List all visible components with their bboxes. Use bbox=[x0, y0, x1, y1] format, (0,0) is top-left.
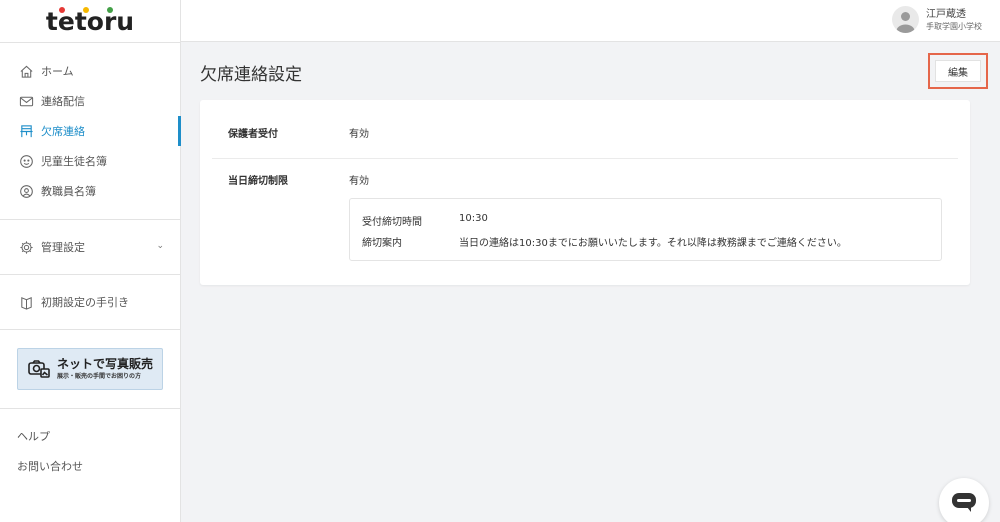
sidebar-item-label: 教職員名簿 bbox=[41, 185, 96, 198]
photo-sales-banner[interactable]: ネットで写真販売 展示・販売の手間でお困りの方 bbox=[17, 348, 163, 390]
edit-button[interactable]: 編集 bbox=[928, 53, 988, 89]
staff-roster-icon bbox=[18, 183, 34, 199]
banner-subtitle: 展示・販売の手間でお困りの方 bbox=[57, 373, 142, 380]
guardian-acceptance-label: 保護者受付 bbox=[228, 129, 278, 140]
home-icon bbox=[18, 63, 34, 79]
user-name: 江戸蔵透 bbox=[926, 8, 966, 20]
sidebar: tetoru ホーム 連絡配信 欠席連絡 児童生徒名簿 教職員名簿 管理設定 ⌄… bbox=[0, 0, 181, 522]
banner-title: ネットで写真販売 bbox=[57, 357, 154, 371]
sidebar-item-label: 児童生徒名簿 bbox=[41, 155, 107, 168]
cutoff-time-label: 受付締切時間 bbox=[362, 217, 422, 228]
cutoff-note-value: 当日の連絡は10:30までにお願いいたします。それ以降は教務課までご連絡ください… bbox=[459, 238, 847, 249]
guardian-acceptance-value: 有効 bbox=[349, 129, 369, 140]
avatar bbox=[892, 6, 919, 33]
absence-icon bbox=[18, 123, 34, 139]
same-day-deadline-label: 当日締切制限 bbox=[228, 176, 288, 187]
chat-icon bbox=[952, 493, 976, 516]
sidebar-item-admin-settings[interactable]: 管理設定 ⌄ bbox=[0, 232, 180, 262]
gear-icon bbox=[18, 239, 34, 255]
school-name: 手取学園小学校 bbox=[926, 21, 982, 31]
chevron-down-icon: ⌄ bbox=[156, 241, 164, 251]
logo-dots bbox=[0, 7, 180, 15]
main-nav: ホーム 連絡配信 欠席連絡 児童生徒名簿 教職員名簿 bbox=[0, 43, 181, 206]
cutoff-note-label: 締切案内 bbox=[362, 238, 402, 249]
sidebar-item-label: 初期設定の手引き bbox=[41, 296, 129, 309]
sidebar-item-label: 連絡配信 bbox=[41, 95, 85, 108]
tetoru-logo[interactable]: tetoru bbox=[0, 0, 180, 42]
sidebar-item-label: 管理設定 bbox=[41, 241, 85, 254]
sidebar-item-label: ホーム bbox=[41, 65, 74, 78]
row-divider bbox=[212, 158, 958, 159]
sidebar-item-student-roster[interactable]: 児童生徒名簿 bbox=[0, 146, 180, 176]
sidebar-item-setup-guide[interactable]: 初期設定の手引き bbox=[0, 287, 180, 317]
mail-icon bbox=[18, 93, 34, 109]
sidebar-item-home[interactable]: ホーム bbox=[0, 56, 180, 86]
top-bar: 江戸蔵透 手取学園小学校 bbox=[181, 0, 1000, 42]
chat-support-button[interactable] bbox=[939, 478, 989, 522]
camera-icon bbox=[27, 357, 51, 381]
same-day-deadline-value: 有効 bbox=[349, 176, 369, 187]
book-icon bbox=[18, 294, 34, 310]
help-link[interactable]: ヘルプ bbox=[0, 421, 180, 451]
user-menu[interactable]: 江戸蔵透 手取学園小学校 bbox=[892, 6, 982, 33]
contact-link[interactable]: お問い合わせ bbox=[0, 451, 180, 481]
sidebar-item-label: 欠席連絡 bbox=[41, 125, 85, 138]
sidebar-item-absence[interactable]: 欠席連絡 bbox=[0, 116, 181, 146]
student-roster-icon bbox=[18, 153, 34, 169]
page-title: 欠席連絡設定 bbox=[200, 65, 302, 85]
absence-settings-card: 保護者受付 有効 当日締切制限 有効 受付締切時間 10:30 締切案内 当日の… bbox=[200, 100, 970, 285]
sidebar-item-staff-roster[interactable]: 教職員名簿 bbox=[0, 176, 180, 206]
sidebar-item-messages[interactable]: 連絡配信 bbox=[0, 86, 180, 116]
deadline-detail-box: 受付締切時間 10:30 締切案内 当日の連絡は10:30までにお願いいたします… bbox=[349, 198, 942, 261]
edit-button-label: 編集 bbox=[935, 60, 981, 82]
cutoff-time-value: 10:30 bbox=[459, 213, 488, 224]
